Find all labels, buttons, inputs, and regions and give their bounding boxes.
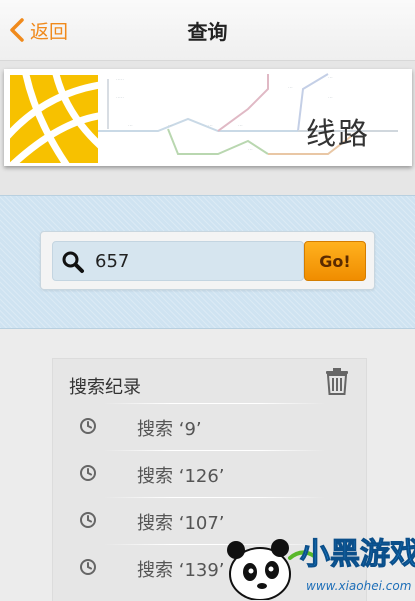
history-item[interactable]: 搜索 ‘9’ (53, 403, 366, 449)
divider (103, 403, 326, 404)
watermark-url: www.xiaohei.com (306, 579, 411, 593)
navigation-bar: 返回 查询 (0, 0, 415, 61)
go-button[interactable]: Go! (304, 241, 366, 281)
svg-text:···: ··· (168, 123, 173, 129)
svg-text:···: ··· (328, 75, 333, 81)
watermark-logo: 小黑游戏 www.xiaohei.com (227, 537, 415, 600)
history-title: 搜索纪录 (69, 377, 141, 398)
svg-text:···: ··· (128, 123, 133, 129)
divider (103, 450, 326, 451)
clock-icon (80, 559, 96, 575)
clock-icon (80, 418, 96, 434)
history-item-label: 搜索 ‘139’ (137, 560, 225, 581)
search-icon (62, 251, 84, 273)
clock-icon (80, 512, 96, 528)
history-item-label: 搜索 ‘107’ (137, 513, 225, 534)
search-panel: Go! (40, 231, 375, 290)
globe-logo-icon (4, 69, 109, 166)
history-item-label: 搜索 ‘126’ (137, 466, 225, 487)
route-banner[interactable]: ····· ····· ··· ··· ··· ··· ··· ··· ··· ··· 线… (4, 69, 412, 166)
history-item[interactable]: 搜索 ‘126’ (53, 450, 366, 496)
history-item-label: 搜索 ‘9’ (137, 419, 202, 440)
search-input[interactable] (95, 248, 295, 274)
banner-title: 线路 (306, 117, 370, 152)
svg-text:···: ··· (248, 147, 253, 153)
clock-icon (80, 465, 96, 481)
svg-text:·····: ····· (116, 77, 124, 83)
search-box (52, 241, 304, 281)
svg-text:·····: ····· (116, 95, 124, 101)
svg-text:···: ··· (238, 123, 243, 129)
svg-text:···: ··· (288, 85, 293, 91)
watermark-text: 小黑游戏 (300, 537, 415, 572)
svg-text:···: ··· (208, 123, 213, 129)
trash-icon[interactable] (324, 367, 350, 395)
divider (103, 497, 326, 498)
banner-area: ····· ····· ··· ··· ··· ··· ··· ··· ··· ··· 线… (0, 61, 415, 195)
svg-text:···: ··· (328, 95, 333, 101)
page-title: 查询 (187, 20, 228, 44)
search-area: Go! (0, 195, 415, 329)
